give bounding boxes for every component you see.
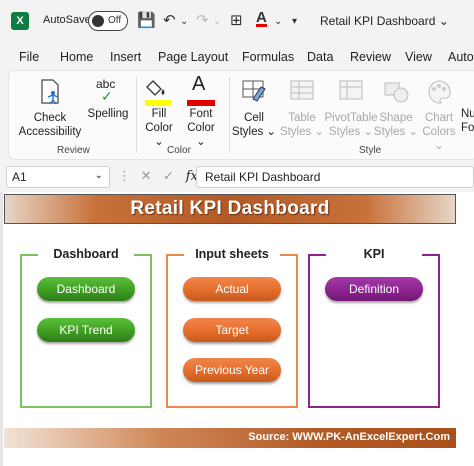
- excel-logo-icon: X: [11, 12, 29, 30]
- formula-controls: ⋮ ✕ ✓ fx: [118, 168, 198, 184]
- target-button[interactable]: Target: [183, 318, 281, 342]
- previous-year-button[interactable]: Previous Year: [183, 358, 281, 382]
- tab-page-layout[interactable]: Page Layout: [158, 50, 228, 64]
- tab-data[interactable]: Data: [307, 50, 333, 64]
- autosave-toggle[interactable]: Off: [88, 11, 128, 31]
- pivottable-styles-label-1: PivotTable: [324, 112, 378, 124]
- table-styles-icon: [290, 80, 314, 100]
- footer-source: Source: WWW.PK-AnExcelExpert.Com: [248, 431, 450, 443]
- check-accessibility-button[interactable]: Check Accessibility: [15, 77, 85, 139]
- ribbon: Check Accessibility abc ✓ Spelling Revie…: [8, 70, 474, 160]
- font-color-dropdown-icon[interactable]: ⌄: [274, 16, 282, 27]
- pivottable-styles-label-2: Styles ⌄: [328, 126, 374, 138]
- dashboard-banner: Retail KPI Dashboard: [4, 194, 456, 224]
- kpi-trend-button[interactable]: KPI Trend: [37, 318, 135, 342]
- font-color-icon: A: [181, 74, 221, 107]
- banner-title: Retail KPI Dashboard: [130, 198, 330, 219]
- number-format-button[interactable]: Nu For: [461, 107, 474, 135]
- panel-kpi: KPI Definition: [308, 247, 440, 408]
- enter-icon[interactable]: ✓: [163, 168, 174, 183]
- spelling-icon: abc ✓: [96, 77, 116, 104]
- accessibility-icon: [41, 79, 59, 105]
- check-accessibility-label-2: Accessibility: [18, 126, 82, 138]
- definition-button[interactable]: Definition: [325, 277, 423, 301]
- pivottable-styles-button[interactable]: PivotTable Styles ⌄: [323, 77, 379, 139]
- tab-automate[interactable]: Autom: [448, 50, 474, 64]
- formula-input[interactable]: Retail KPI Dashboard: [196, 166, 474, 188]
- chart-colors-label-1: Chart: [424, 112, 454, 124]
- autosave-label: AutoSave: [43, 14, 91, 26]
- name-box[interactable]: A1 ⌄: [6, 166, 110, 188]
- document-title[interactable]: Retail KPI Dashboard ⌄: [320, 14, 449, 28]
- shape-styles-button[interactable]: Shape Styles ⌄: [373, 77, 419, 139]
- font-color-quick-icon[interactable]: A: [256, 10, 267, 27]
- tab-home[interactable]: Home: [60, 50, 93, 64]
- shape-styles-label-1: Shape: [379, 112, 413, 124]
- spelling-label: Spelling: [87, 108, 129, 120]
- group-label-color: Color: [167, 145, 191, 156]
- font-color-button[interactable]: A Font Color ⌄: [181, 74, 221, 149]
- redo-icon[interactable]: ↷: [196, 11, 209, 29]
- name-box-dropdown-icon[interactable]: ⌄: [95, 170, 103, 181]
- fill-color-label-1: Fill: [151, 108, 167, 120]
- number-format-label-1: Nu: [461, 108, 474, 120]
- more-options-icon: ⋮: [118, 168, 131, 183]
- table-styles-button[interactable]: Table Styles ⌄: [279, 77, 325, 139]
- undo-dropdown-icon[interactable]: ⌄: [180, 16, 188, 27]
- toggle-knob: [92, 15, 104, 27]
- tab-insert[interactable]: Insert: [110, 50, 141, 64]
- dashboard-button[interactable]: Dashboard: [37, 277, 135, 301]
- tab-file[interactable]: File: [19, 50, 39, 64]
- font-swatch: [187, 100, 215, 106]
- check-accessibility-label-1: Check: [33, 112, 67, 124]
- cell-styles-icon: [242, 80, 266, 102]
- panel-input-sheets: Input sheets Actual Target Previous Year: [166, 247, 298, 408]
- title-bar: X AutoSave Off 💾 ↶ ⌄ ↷ ⌄ ⊞ A ⌄ ▾ Retail …: [0, 0, 474, 42]
- group-separator: [229, 77, 230, 153]
- table-styles-label-2: Styles ⌄: [279, 126, 325, 138]
- spelling-button[interactable]: abc ✓ Spelling: [83, 77, 133, 121]
- table-styles-label-1: Table: [288, 112, 316, 124]
- tab-formulas[interactable]: Formulas: [242, 50, 294, 64]
- tab-view[interactable]: View: [405, 50, 432, 64]
- group-separator: [136, 77, 137, 153]
- borders-icon[interactable]: ⊞: [230, 11, 243, 29]
- customize-toolbar-icon[interactable]: ▾: [292, 16, 297, 27]
- footer-banner: Source: WWW.PK-AnExcelExpert.Com: [4, 428, 456, 448]
- formula-bar: A1 ⌄ ⋮ ✕ ✓ fx Retail KPI Dashboard: [0, 164, 474, 190]
- redo-dropdown-icon[interactable]: ⌄: [213, 16, 221, 27]
- panel-dashboard: Dashboard Dashboard KPI Trend: [20, 247, 152, 408]
- shape-styles-label-2: Styles ⌄: [373, 126, 419, 138]
- tab-review[interactable]: Review: [350, 50, 391, 64]
- panel-title-input-sheets: Input sheets: [184, 247, 280, 261]
- group-label-review: Review: [57, 145, 90, 156]
- undo-icon[interactable]: ↶: [163, 11, 176, 29]
- number-format-label-2: For: [461, 122, 474, 134]
- cell-styles-label-1: Cell: [244, 112, 264, 124]
- shape-styles-icon: [384, 82, 409, 103]
- font-color-label-1: Font: [189, 108, 213, 120]
- fill-swatch: [145, 100, 171, 106]
- fill-color-button[interactable]: Fill Color ⌄: [139, 77, 179, 149]
- fill-bucket-icon: [139, 77, 179, 107]
- menu-bar: File Home Insert Page Layout Formulas Da…: [0, 48, 474, 70]
- group-label-style: Style: [359, 145, 382, 156]
- save-icon[interactable]: 💾: [137, 11, 156, 29]
- row-header-strip: [0, 192, 3, 466]
- actual-button[interactable]: Actual: [183, 277, 281, 301]
- panel-title-kpi: KPI: [326, 247, 422, 261]
- chart-colors-label-2: Colors ⌄: [422, 126, 456, 152]
- cell-reference: A1: [12, 170, 27, 184]
- panel-title-dashboard: Dashboard: [38, 247, 134, 261]
- sheet-below-area: [4, 448, 456, 466]
- cell-styles-label-2: Styles ⌄: [231, 126, 277, 138]
- chart-colors-button[interactable]: Chart Colors ⌄: [417, 77, 461, 153]
- autosave-state: Off: [108, 15, 122, 26]
- cancel-icon[interactable]: ✕: [141, 168, 152, 183]
- cell-styles-button[interactable]: Cell Styles ⌄: [231, 77, 277, 139]
- pivottable-styles-icon: [339, 80, 363, 100]
- palette-icon: [428, 80, 451, 104]
